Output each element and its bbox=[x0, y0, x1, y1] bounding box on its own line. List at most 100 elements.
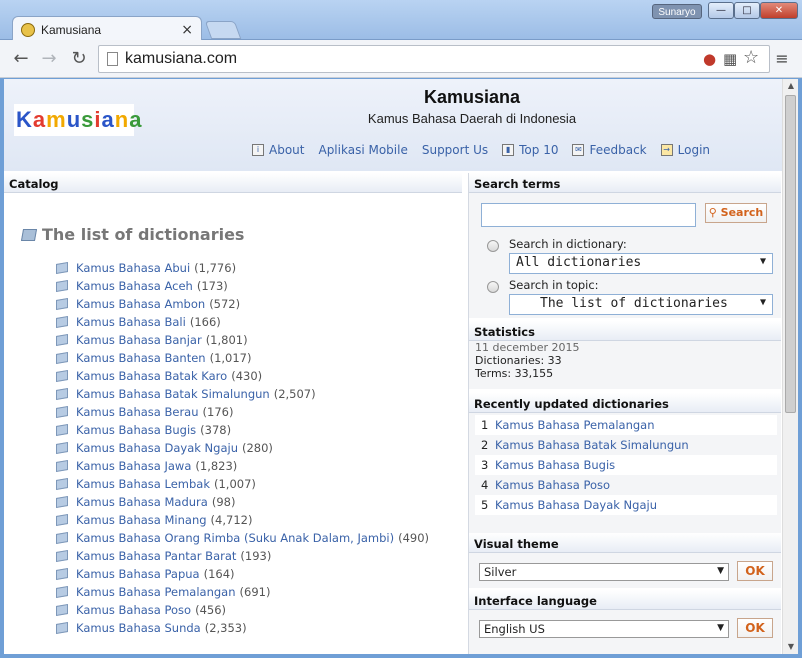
dictionary-count: (2,353) bbox=[204, 621, 247, 635]
dictionary-link[interactable]: Kamus Bahasa Lembak bbox=[76, 477, 210, 491]
scroll-down-icon[interactable]: ▼ bbox=[783, 640, 799, 654]
dictionary-link[interactable]: Kamus Bahasa Batak Karo bbox=[76, 369, 227, 383]
language-select[interactable]: English US ▼ bbox=[479, 620, 729, 638]
blocked-plugin-icon[interactable]: ● bbox=[703, 50, 716, 68]
radio-search-topic[interactable] bbox=[487, 281, 499, 293]
radio-search-dictionary[interactable] bbox=[487, 240, 499, 252]
scroll-thumb[interactable] bbox=[785, 95, 796, 413]
dictionary-link[interactable]: Kamus Bahasa Poso bbox=[76, 603, 191, 617]
minimize-icon[interactable]: — bbox=[708, 2, 734, 19]
dictionary-select[interactable]: All dictionaries ▼ bbox=[509, 253, 773, 274]
recent-rank: 2 bbox=[481, 438, 489, 452]
window-frame-bottom bbox=[0, 654, 802, 658]
book-icon bbox=[56, 495, 68, 509]
topic-select[interactable]: The list of dictionaries ▼ bbox=[509, 294, 773, 315]
list-item: Kamus Bahasa Poso (456) bbox=[56, 601, 429, 619]
nav-aplikasi-mobile[interactable]: Aplikasi Mobile bbox=[318, 143, 407, 157]
recent-dictionary-link[interactable]: Kamus Bahasa Poso bbox=[495, 478, 610, 492]
theme-select[interactable]: Silver ▼ bbox=[479, 563, 729, 581]
dictionary-link[interactable]: Kamus Bahasa Pemalangan bbox=[76, 585, 236, 599]
language-ok-button[interactable]: OK bbox=[737, 618, 773, 638]
back-arrow-icon[interactable]: ← bbox=[10, 48, 32, 70]
dictionary-count: (430) bbox=[231, 369, 263, 383]
list-item: Kamus Bahasa Sunda (2,353) bbox=[56, 619, 429, 637]
dictionary-count: (98) bbox=[211, 495, 236, 509]
close-window-icon[interactable]: ✕ bbox=[760, 2, 798, 19]
book-icon bbox=[56, 459, 68, 473]
dictionary-count: (378) bbox=[200, 423, 232, 437]
nav-top-10[interactable]: ▮ Top 10 bbox=[502, 143, 558, 157]
dictionary-link[interactable]: Kamus Bahasa Orang Rimba (Suku Anak Dala… bbox=[76, 531, 394, 545]
dictionary-link[interactable]: Kamus Bahasa Banten bbox=[76, 351, 206, 365]
forward-arrow-icon[interactable]: → bbox=[38, 48, 60, 70]
browser-toolbar: ← → ↻ kamusiana.com ● ▦ ☆ ≡ bbox=[0, 40, 802, 78]
new-tab-button[interactable] bbox=[204, 21, 242, 39]
reload-icon[interactable]: ↻ bbox=[68, 48, 90, 70]
theme-ok-button[interactable]: OK bbox=[737, 561, 773, 581]
dictionary-select-value: All dictionaries bbox=[516, 255, 642, 270]
dictionary-link[interactable]: Kamus Bahasa Papua bbox=[76, 567, 200, 581]
dictionary-link[interactable]: Kamus Bahasa Batak Simalungun bbox=[76, 387, 270, 401]
recent-dictionary-link[interactable]: Kamus Bahasa Batak Simalungun bbox=[495, 438, 689, 452]
search-icon: ⚲ bbox=[708, 206, 721, 219]
list-item: Kamus Bahasa Madura (98) bbox=[56, 493, 429, 511]
dictionary-count: (1,801) bbox=[205, 333, 248, 347]
dictionary-link[interactable]: Kamus Bahasa Bugis bbox=[76, 423, 196, 437]
dictionary-link[interactable]: Kamus Bahasa Sunda bbox=[76, 621, 201, 635]
recent-dictionary-link[interactable]: Kamus Bahasa Bugis bbox=[495, 458, 615, 472]
nav-feedback[interactable]: ✉ Feedback bbox=[572, 143, 647, 157]
dictionary-count: (691) bbox=[239, 585, 271, 599]
list-item: Kamus Bahasa Batak Karo (430) bbox=[56, 367, 429, 385]
book-icon bbox=[56, 621, 68, 635]
dictionary-link[interactable]: Kamus Bahasa Madura bbox=[76, 495, 208, 509]
dictionary-link[interactable]: Kamus Bahasa Pantar Barat bbox=[76, 549, 236, 563]
nav-login[interactable]: → Login bbox=[660, 143, 710, 157]
site-title: Kamusiana bbox=[423, 87, 521, 107]
dictionary-count: (1,017) bbox=[209, 351, 252, 365]
search-in-topic-label: Search in topic: bbox=[509, 278, 599, 292]
dictionary-count: (1,776) bbox=[194, 261, 237, 275]
dictionary-link[interactable]: Kamus Bahasa Ambon bbox=[76, 297, 205, 311]
browser-tab[interactable]: Kamusiana × bbox=[12, 16, 202, 42]
tab-close-icon[interactable]: × bbox=[181, 22, 193, 38]
book-icon bbox=[56, 585, 68, 599]
search-input[interactable] bbox=[481, 203, 696, 227]
list-item: 3 Kamus Bahasa Bugis bbox=[475, 455, 777, 475]
dictionary-link[interactable]: Kamus Bahasa Abui bbox=[76, 261, 190, 275]
page-scrollbar[interactable]: ▲ ▼ bbox=[782, 79, 798, 654]
translate-icon[interactable]: ▦ bbox=[723, 50, 737, 68]
dictionary-link[interactable]: Kamus Bahasa Jawa bbox=[76, 459, 191, 473]
search-button[interactable]: ⚲ Search bbox=[705, 203, 767, 223]
recent-dictionary-link[interactable]: Kamus Bahasa Pemalangan bbox=[495, 418, 655, 432]
nav-support-us[interactable]: Support Us bbox=[422, 143, 488, 157]
dictionary-link[interactable]: Kamus Bahasa Dayak Ngaju bbox=[76, 441, 238, 455]
scroll-up-icon[interactable]: ▲ bbox=[783, 79, 799, 93]
maximize-icon[interactable]: □ bbox=[734, 2, 760, 19]
list-item: Kamus Bahasa Papua (164) bbox=[56, 565, 429, 583]
recent-list: 1 Kamus Bahasa Pemalangan 2 Kamus Bahasa Ba… bbox=[475, 415, 777, 515]
list-item: Kamus Bahasa Abui (1,776) bbox=[56, 259, 429, 277]
dictionary-link[interactable]: Kamus Bahasa Banjar bbox=[76, 333, 202, 347]
dictionary-count: (1,823) bbox=[195, 459, 238, 473]
bookmark-star-icon[interactable]: ☆ bbox=[743, 47, 759, 68]
tab-title: Kamusiana bbox=[41, 22, 102, 37]
nav-about[interactable]: i About bbox=[252, 143, 304, 157]
book-icon bbox=[56, 423, 68, 437]
dictionary-link[interactable]: Kamus Bahasa Minang bbox=[76, 513, 207, 527]
dictionary-link[interactable]: Kamus Bahasa Aceh bbox=[76, 279, 193, 293]
dictionary-count: (456) bbox=[195, 603, 227, 617]
dictionary-link[interactable]: Kamus Bahasa Bali bbox=[76, 315, 186, 329]
list-item: 2 Kamus Bahasa Batak Simalungun bbox=[475, 435, 777, 455]
search-button-label: Search bbox=[720, 206, 764, 219]
chart-icon: ▮ bbox=[502, 144, 515, 156]
recent-dictionary-link[interactable]: Kamus Bahasa Dayak Ngaju bbox=[495, 498, 657, 512]
chrome-menu-icon[interactable]: ≡ bbox=[774, 49, 790, 69]
address-bar[interactable]: kamusiana.com ● ▦ ☆ bbox=[98, 45, 770, 73]
book-icon bbox=[20, 228, 38, 241]
browser-titlebar: Kamusiana × Sunaryo — □ ✕ bbox=[0, 0, 802, 42]
dictionary-link[interactable]: Kamus Bahasa Berau bbox=[76, 405, 199, 419]
dictionary-count: (4,712) bbox=[210, 513, 253, 527]
theme-select-value: Silver bbox=[484, 565, 517, 579]
user-badge[interactable]: Sunaryo bbox=[652, 4, 702, 19]
dictionary-count: (164) bbox=[203, 567, 235, 581]
